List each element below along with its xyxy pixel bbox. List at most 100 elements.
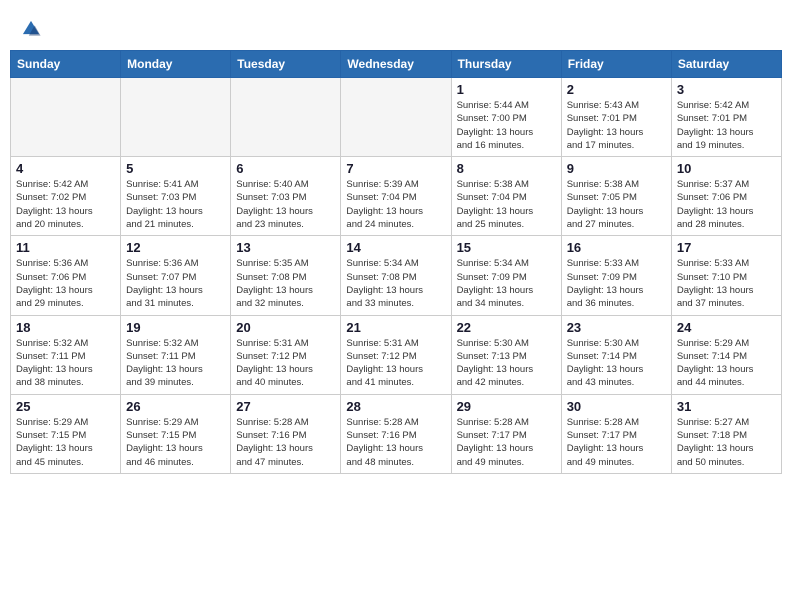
- day-detail: Sunrise: 5:29 AM Sunset: 7:15 PM Dayligh…: [126, 416, 225, 469]
- day-number: 15: [457, 240, 556, 255]
- day-number: 25: [16, 399, 115, 414]
- weekday-header-saturday: Saturday: [671, 51, 781, 78]
- day-detail: Sunrise: 5:35 AM Sunset: 7:08 PM Dayligh…: [236, 257, 335, 310]
- calendar-cell: 19Sunrise: 5:32 AM Sunset: 7:11 PM Dayli…: [121, 315, 231, 394]
- calendar-cell: 10 Sunrise: 5:37 AM Sunset: 7:06 PM Dayli…: [671, 157, 781, 236]
- day-number: 3: [677, 82, 776, 97]
- day-number: 17: [677, 240, 776, 255]
- day-detail: Sunrise: 5:37 AM Sunset: 7:06 PM Dayligh…: [677, 178, 776, 231]
- calendar-cell: 16Sunrise: 5:33 AM Sunset: 7:09 PM Dayli…: [561, 236, 671, 315]
- day-number: 4: [16, 161, 115, 176]
- day-detail: Sunrise: 5:43 AM Sunset: 7:01 PM Dayligh…: [567, 99, 666, 152]
- day-detail: Sunrise: 5:39 AM Sunset: 7:04 PM Dayligh…: [346, 178, 445, 231]
- calendar-cell: 12 Sunrise: 5:36 AM Sunset: 7:07 PM Dayli…: [121, 236, 231, 315]
- day-number: 7: [346, 161, 445, 176]
- day-detail: Sunrise: 5:29 AM Sunset: 7:15 PM Dayligh…: [16, 416, 115, 469]
- calendar-cell: 2 Sunrise: 5:43 AM Sunset: 7:01 PM Daylig…: [561, 78, 671, 157]
- calendar-cell: [341, 78, 451, 157]
- calendar-cell: 18Sunrise: 5:32 AM Sunset: 7:11 PM Dayli…: [11, 315, 121, 394]
- calendar-cell: 15 Sunrise: 5:34 AM Sunset: 7:09 PM Dayli…: [451, 236, 561, 315]
- weekday-header-tuesday: Tuesday: [231, 51, 341, 78]
- day-number: 23: [567, 320, 666, 335]
- day-detail: Sunrise: 5:28 AM Sunset: 7:16 PM Dayligh…: [346, 416, 445, 469]
- calendar-cell: 4 Sunrise: 5:42 AM Sunset: 7:02 PM Daylig…: [11, 157, 121, 236]
- logo: [20, 18, 46, 40]
- day-number: 12: [126, 240, 225, 255]
- weekday-header-row: SundayMondayTuesdayWednesdayThursdayFrid…: [11, 51, 782, 78]
- day-number: 31: [677, 399, 776, 414]
- day-number: 26: [126, 399, 225, 414]
- day-detail: Sunrise: 5:38 AM Sunset: 7:05 PM Dayligh…: [567, 178, 666, 231]
- day-detail: Sunrise: 5:27 AM Sunset: 7:18 PM Dayligh…: [677, 416, 776, 469]
- calendar-cell: 26 Sunrise: 5:29 AM Sunset: 7:15 PM Dayli…: [121, 394, 231, 473]
- calendar-cell: 9 Sunrise: 5:38 AM Sunset: 7:05 PM Daylig…: [561, 157, 671, 236]
- calendar-cell: [231, 78, 341, 157]
- day-detail: Sunrise: 5:36 AM Sunset: 7:07 PM Dayligh…: [126, 257, 225, 310]
- calendar-cell: 6 Sunrise: 5:40 AM Sunset: 7:03 PM Daylig…: [231, 157, 341, 236]
- day-detail: Sunrise: 5:38 AM Sunset: 7:04 PM Dayligh…: [457, 178, 556, 231]
- calendar-cell: 23 Sunrise: 5:30 AM Sunset: 7:14 PM Dayli…: [561, 315, 671, 394]
- day-number: 28: [346, 399, 445, 414]
- day-number: 2: [567, 82, 666, 97]
- day-detail: Sunrise: 5:29 AM Sunset: 7:14 PM Dayligh…: [677, 337, 776, 390]
- day-detail: Sunrise: 5:30 AM Sunset: 7:13 PM Dayligh…: [457, 337, 556, 390]
- day-number: 13: [236, 240, 335, 255]
- calendar-cell: 5 Sunrise: 5:41 AM Sunset: 7:03 PM Daylig…: [121, 157, 231, 236]
- day-detail: Sunrise: 5:28 AM Sunset: 7:17 PM Dayligh…: [567, 416, 666, 469]
- day-detail: Sunrise: 5:44 AM Sunset: 7:00 PM Dayligh…: [457, 99, 556, 152]
- calendar-cell: 24 Sunrise: 5:29 AM Sunset: 7:14 PM Dayli…: [671, 315, 781, 394]
- calendar-cell: 30Sunrise: 5:28 AM Sunset: 7:17 PM Dayli…: [561, 394, 671, 473]
- day-detail: Sunrise: 5:28 AM Sunset: 7:16 PM Dayligh…: [236, 416, 335, 469]
- calendar-week-row: 25 Sunrise: 5:29 AM Sunset: 7:15 PM Dayli…: [11, 394, 782, 473]
- calendar-cell: [11, 78, 121, 157]
- calendar-cell: 8 Sunrise: 5:38 AM Sunset: 7:04 PM Daylig…: [451, 157, 561, 236]
- calendar-table: SundayMondayTuesdayWednesdayThursdayFrid…: [10, 50, 782, 474]
- day-number: 18: [16, 320, 115, 335]
- day-number: 9: [567, 161, 666, 176]
- day-number: 6: [236, 161, 335, 176]
- weekday-header-monday: Monday: [121, 51, 231, 78]
- day-detail: Sunrise: 5:28 AM Sunset: 7:17 PM Dayligh…: [457, 416, 556, 469]
- day-number: 14: [346, 240, 445, 255]
- calendar-cell: 21 Sunrise: 5:31 AM Sunset: 7:12 PM Dayli…: [341, 315, 451, 394]
- day-number: 11: [16, 240, 115, 255]
- weekday-header-wednesday: Wednesday: [341, 51, 451, 78]
- day-number: 29: [457, 399, 556, 414]
- logo-icon: [20, 18, 42, 40]
- day-detail: Sunrise: 5:40 AM Sunset: 7:03 PM Dayligh…: [236, 178, 335, 231]
- day-detail: Sunrise: 5:34 AM Sunset: 7:08 PM Dayligh…: [346, 257, 445, 310]
- day-detail: Sunrise: 5:42 AM Sunset: 7:01 PM Dayligh…: [677, 99, 776, 152]
- calendar-week-row: 4 Sunrise: 5:42 AM Sunset: 7:02 PM Daylig…: [11, 157, 782, 236]
- page-header: [10, 10, 782, 44]
- day-detail: Sunrise: 5:31 AM Sunset: 7:12 PM Dayligh…: [346, 337, 445, 390]
- calendar-week-row: 11 Sunrise: 5:36 AM Sunset: 7:06 PM Dayli…: [11, 236, 782, 315]
- calendar-cell: 17 Sunrise: 5:33 AM Sunset: 7:10 PM Dayli…: [671, 236, 781, 315]
- calendar-week-row: 18 Sunrise: 5:32 AM Sunset: 7:11 PM Dayli…: [11, 315, 782, 394]
- weekday-header-sunday: Sunday: [11, 51, 121, 78]
- calendar-week-row: 1 Sunrise: 5:44 AM Sunset: 7:00 PM Daylig…: [11, 78, 782, 157]
- calendar-cell: 31 Sunrise: 5:27 AM Sunset: 7:18 PM Dayli…: [671, 394, 781, 473]
- day-number: 24: [677, 320, 776, 335]
- day-detail: Sunrise: 5:33 AM Sunset: 7:09 PM Dayligh…: [567, 257, 666, 310]
- calendar-cell: 20Sunrise: 5:31 AM Sunset: 7:12 PM Dayli…: [231, 315, 341, 394]
- day-detail: Sunrise: 5:41 AM Sunset: 7:03 PM Dayligh…: [126, 178, 225, 231]
- calendar-cell: [121, 78, 231, 157]
- day-number: 21: [346, 320, 445, 335]
- day-number: 27: [236, 399, 335, 414]
- calendar-cell: 25 Sunrise: 5:29 AM Sunset: 7:15 PM Dayli…: [11, 394, 121, 473]
- day-number: 5: [126, 161, 225, 176]
- calendar-cell: 1 Sunrise: 5:44 AM Sunset: 7:00 PM Daylig…: [451, 78, 561, 157]
- day-detail: Sunrise: 5:42 AM Sunset: 7:02 PM Dayligh…: [16, 178, 115, 231]
- weekday-header-friday: Friday: [561, 51, 671, 78]
- calendar-cell: 7 Sunrise: 5:39 AM Sunset: 7:04 PM Daylig…: [341, 157, 451, 236]
- day-detail: Sunrise: 5:32 AM Sunset: 7:11 PM Dayligh…: [126, 337, 225, 390]
- day-detail: Sunrise: 5:34 AM Sunset: 7:09 PM Dayligh…: [457, 257, 556, 310]
- day-number: 8: [457, 161, 556, 176]
- day-detail: Sunrise: 5:31 AM Sunset: 7:12 PM Dayligh…: [236, 337, 335, 390]
- calendar-cell: 29 Sunrise: 5:28 AM Sunset: 7:17 PM Dayli…: [451, 394, 561, 473]
- day-detail: Sunrise: 5:36 AM Sunset: 7:06 PM Dayligh…: [16, 257, 115, 310]
- day-detail: Sunrise: 5:30 AM Sunset: 7:14 PM Dayligh…: [567, 337, 666, 390]
- day-number: 1: [457, 82, 556, 97]
- day-number: 10: [677, 161, 776, 176]
- day-detail: Sunrise: 5:33 AM Sunset: 7:10 PM Dayligh…: [677, 257, 776, 310]
